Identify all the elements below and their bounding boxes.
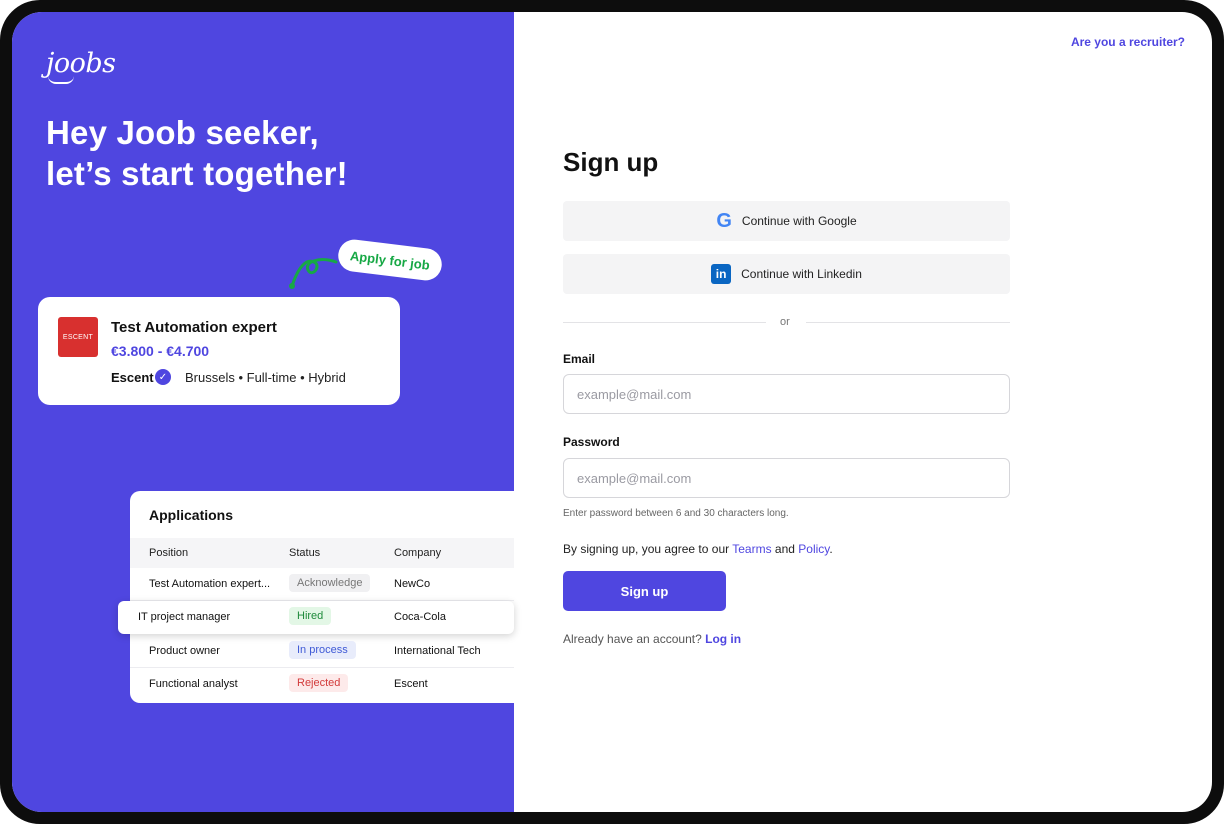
row-position: Functional analyst [149,678,238,690]
row-company: Coca-Cola [394,611,446,623]
applications-table-header: Position Status Company [130,538,514,568]
email-field[interactable] [563,374,1010,414]
table-row[interactable]: Test Automation expert... Acknowledge Ne… [130,568,514,601]
escent-company-logo: ESCENT [58,317,98,357]
continue-with-google-button[interactable]: G Continue with Google [563,201,1010,241]
row-company: Escent [394,678,428,690]
status-badge: Rejected [289,674,349,692]
promo-panel: joobs Hey Joob seeker, let’s start toget… [12,12,514,812]
recruiter-link[interactable]: Are you a recruiter? [1071,35,1185,49]
terms-prefix: By signing up, you agree to our [563,542,733,556]
column-company: Company [394,547,442,559]
logo-smile-icon [48,76,74,84]
google-button-label: Continue with Google [741,214,857,228]
hero-line-2: let’s start together! [46,155,348,192]
job-salary: €3.800 - €4.700 [111,343,210,359]
column-position: Position [149,547,189,559]
terms-text: By signing up, you agree to our Tearms a… [563,542,833,556]
login-link[interactable]: Log in [705,632,741,646]
curly-arrow-icon [289,258,338,289]
device-frame: joobs Hey Joob seeker, let’s start toget… [0,0,1224,824]
row-company: NewCo [394,578,431,590]
row-position: IT project manager [138,611,231,623]
job-company: Escent [111,370,154,385]
status-badge: Acknowledge [289,574,371,592]
column-status: Status [289,547,321,559]
job-title: Test Automation expert [111,319,277,336]
terms-suffix: . [829,542,833,556]
table-row[interactable]: IT project manager Hired Coca-Cola [118,601,514,634]
password-label: Password [563,435,620,449]
policy-link[interactable]: Policy [798,542,829,556]
apply-for-job-badge: Apply for job [336,237,444,283]
email-label: Email [563,352,596,366]
linkedin-button-label: Continue with Linkedin [741,267,862,281]
status-badge: In process [289,641,356,659]
linkedin-icon: in [711,264,732,284]
row-position: Product owner [149,645,220,657]
terms-and: and [771,542,799,556]
password-field[interactable] [563,458,1010,498]
job-meta: Brussels • Full-time • Hybrid [185,370,346,385]
row-position: Test Automation expert... [149,578,271,590]
password-hint: Enter password between 6 and 30 characte… [563,508,789,519]
joobs-logo[interactable]: joobs [46,48,116,79]
divider-right [806,322,1010,323]
hero-line-1: Hey Joob seeker, [46,114,319,151]
verified-check-icon: ✓ [155,369,171,385]
table-row[interactable]: Functional analyst Rejected Escent [130,668,514,701]
google-icon: G [716,209,732,232]
hero-heading: Hey Joob seeker, let’s start together! [46,112,348,194]
table-row[interactable]: Product owner In process International T… [130,635,514,668]
applications-card: Applications Position Status Company Tes… [118,491,514,703]
divider-left [563,322,766,323]
screen: joobs Hey Joob seeker, let’s start toget… [12,12,1212,812]
login-prompt: Already have an account? Log in [563,632,741,646]
login-prefix: Already have an account? [563,632,706,646]
terms-link[interactable]: Tearms [732,542,771,556]
or-divider-text: or [780,316,790,328]
status-badge: Hired [289,607,332,625]
job-card[interactable]: ESCENT Test Automation expert €3.800 - €… [38,297,400,405]
row-company: International Tech [394,645,481,657]
page-title: Sign up [563,147,659,177]
applications-title: Applications [149,507,234,523]
continue-with-linkedin-button[interactable]: in Continue with Linkedin [563,254,1010,294]
sign-up-button[interactable]: Sign up [563,571,726,611]
